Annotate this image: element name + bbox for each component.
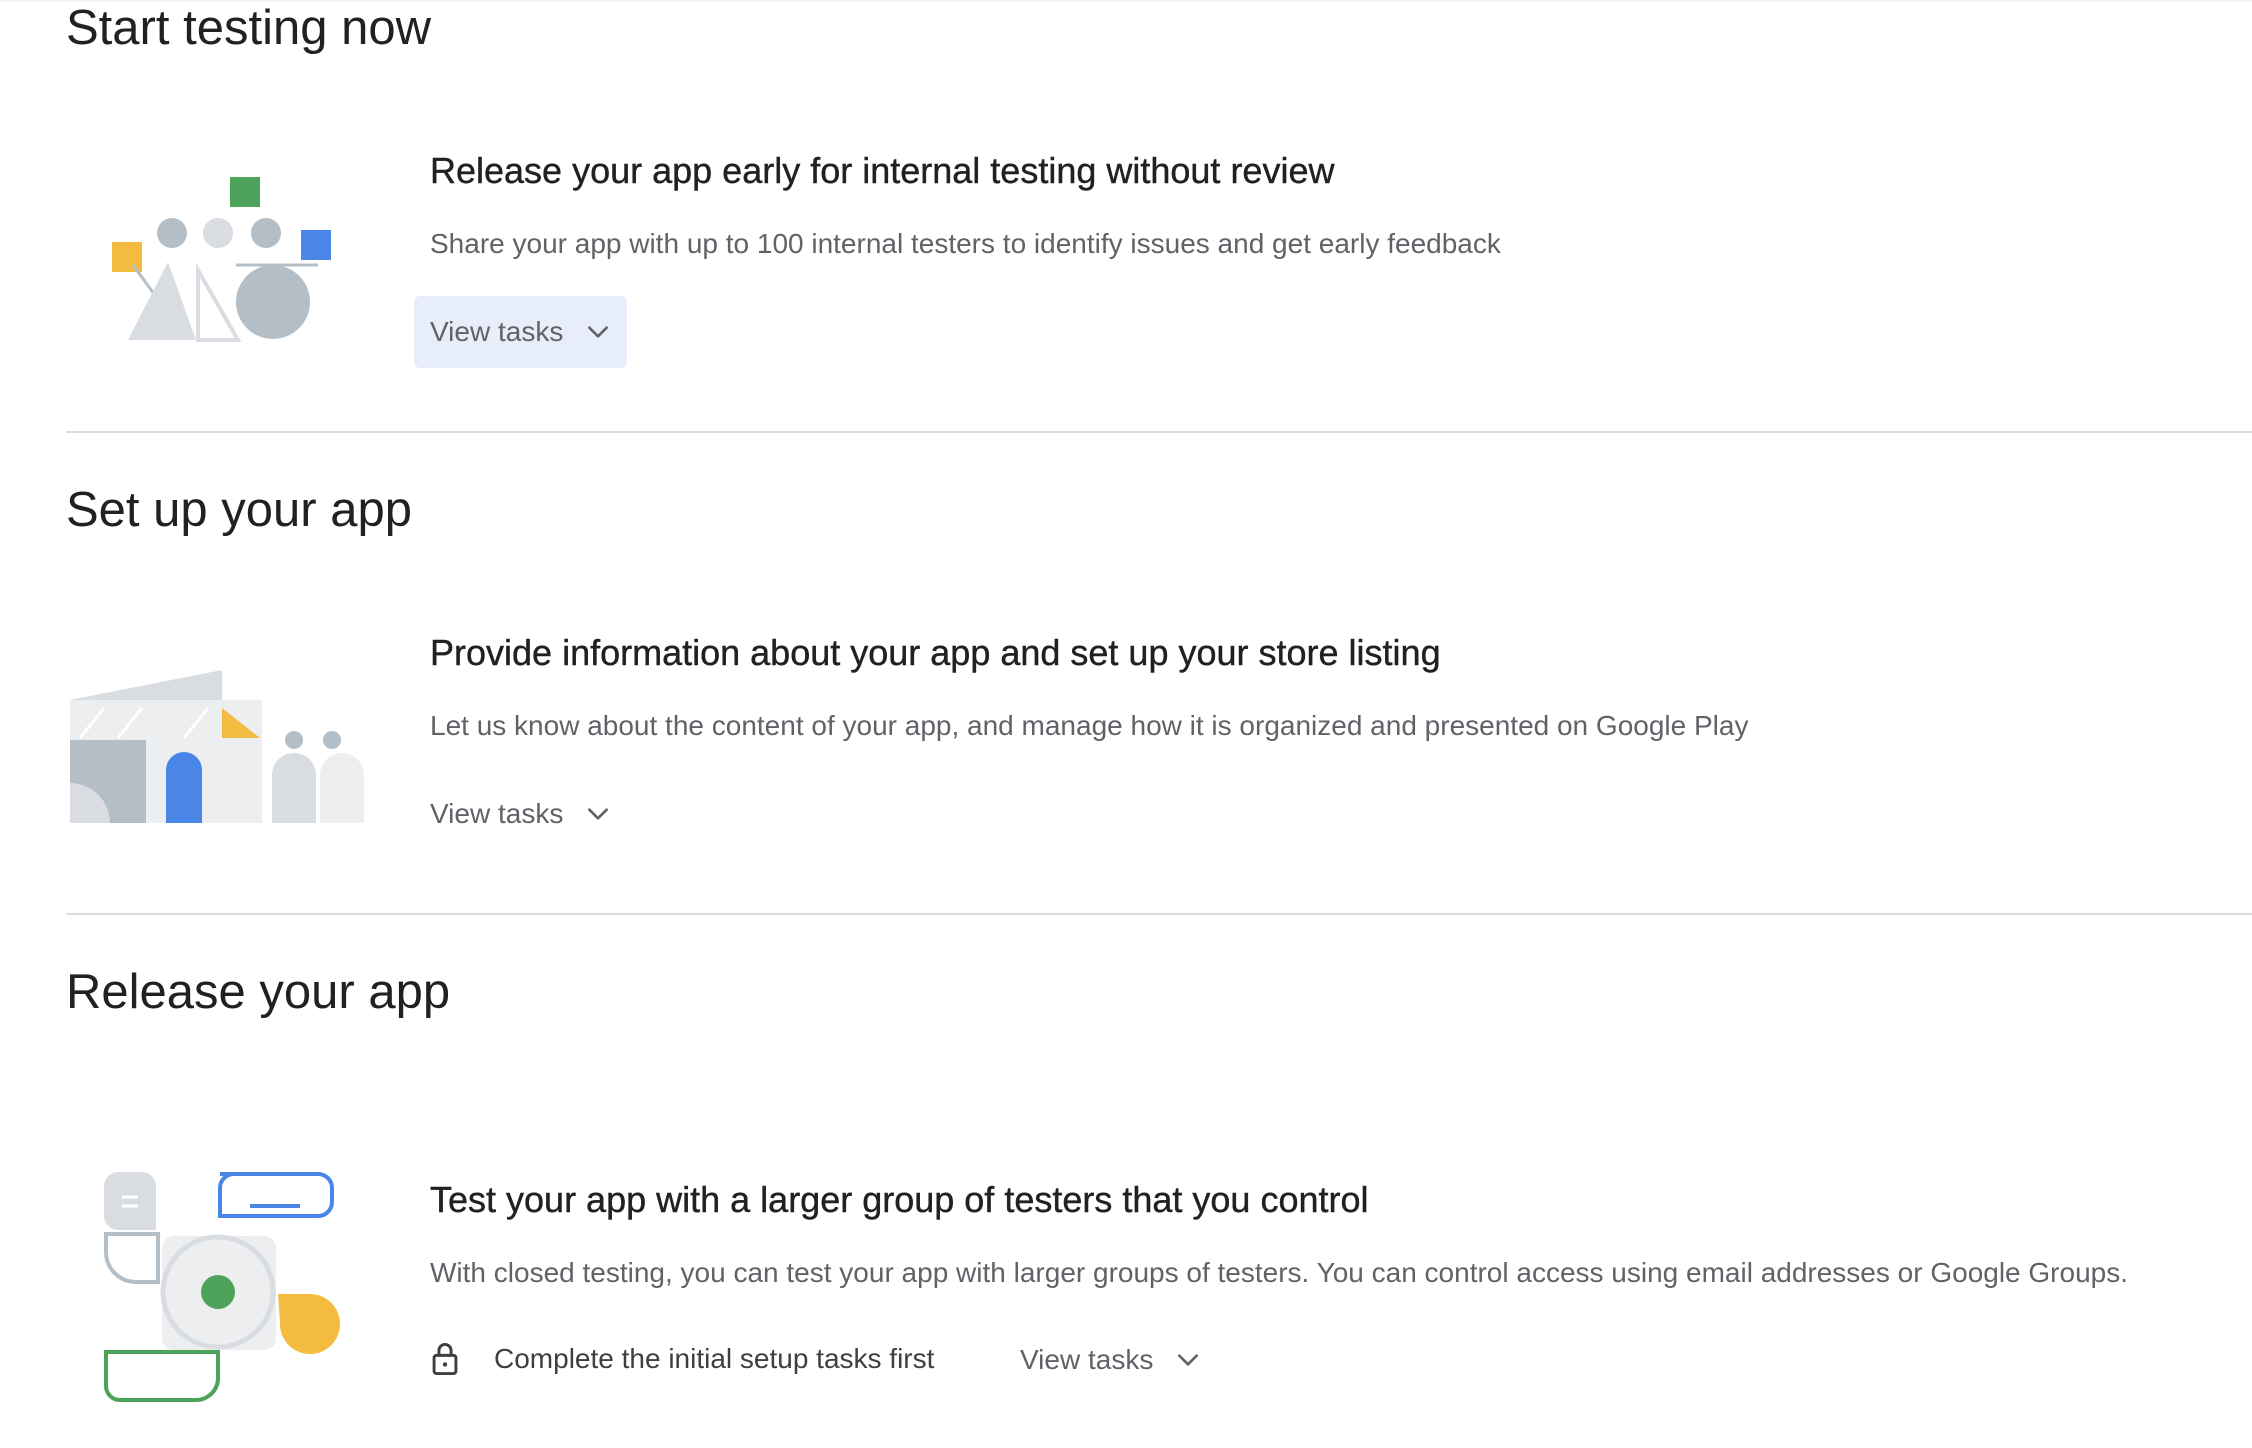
section-divider xyxy=(66,431,2252,433)
view-tasks-label: View tasks xyxy=(430,316,564,347)
lock-icon xyxy=(432,1342,458,1376)
page: Start testing now Release your app early… xyxy=(0,0,2252,1448)
card-title-closed-testing: Test your app with a larger group of tes… xyxy=(430,1179,1369,1220)
chevron-down-icon xyxy=(588,326,609,338)
card-title-internal-testing: Release your app early for internal test… xyxy=(430,150,1335,191)
card-title-store-listing: Provide information about your app and s… xyxy=(430,632,1441,673)
view-tasks-button-internal-testing[interactable]: View tasks xyxy=(414,296,628,368)
view-tasks-button-closed-testing[interactable]: View tasks xyxy=(1020,1324,1201,1396)
locked-message: Complete the initial setup tasks first xyxy=(430,1342,934,1376)
card-description-store-listing: Let us know about the content of your ap… xyxy=(430,710,1749,741)
card-description-internal-testing: Share your app with up to 100 internal t… xyxy=(430,228,1501,259)
section-title-set-up-app: Set up your app xyxy=(66,483,412,537)
chevron-down-icon xyxy=(1178,1354,1199,1366)
section-title-release-app: Release your app xyxy=(66,965,451,1019)
view-tasks-label: View tasks xyxy=(1020,1344,1154,1375)
card-description-closed-testing: With closed testing, you can test your a… xyxy=(430,1257,2129,1288)
chevron-down-icon xyxy=(588,808,609,820)
closed-testing-illustration xyxy=(104,1172,340,1402)
internal-testing-illustration xyxy=(112,177,331,342)
view-tasks-label: View tasks xyxy=(430,798,564,829)
section-title-start-testing: Start testing now xyxy=(66,1,431,55)
locked-message-text: Complete the initial setup tasks first xyxy=(494,1343,935,1374)
view-tasks-button-store-listing[interactable]: View tasks xyxy=(430,778,611,850)
section-divider xyxy=(66,913,2252,915)
store-listing-illustration xyxy=(70,670,364,823)
